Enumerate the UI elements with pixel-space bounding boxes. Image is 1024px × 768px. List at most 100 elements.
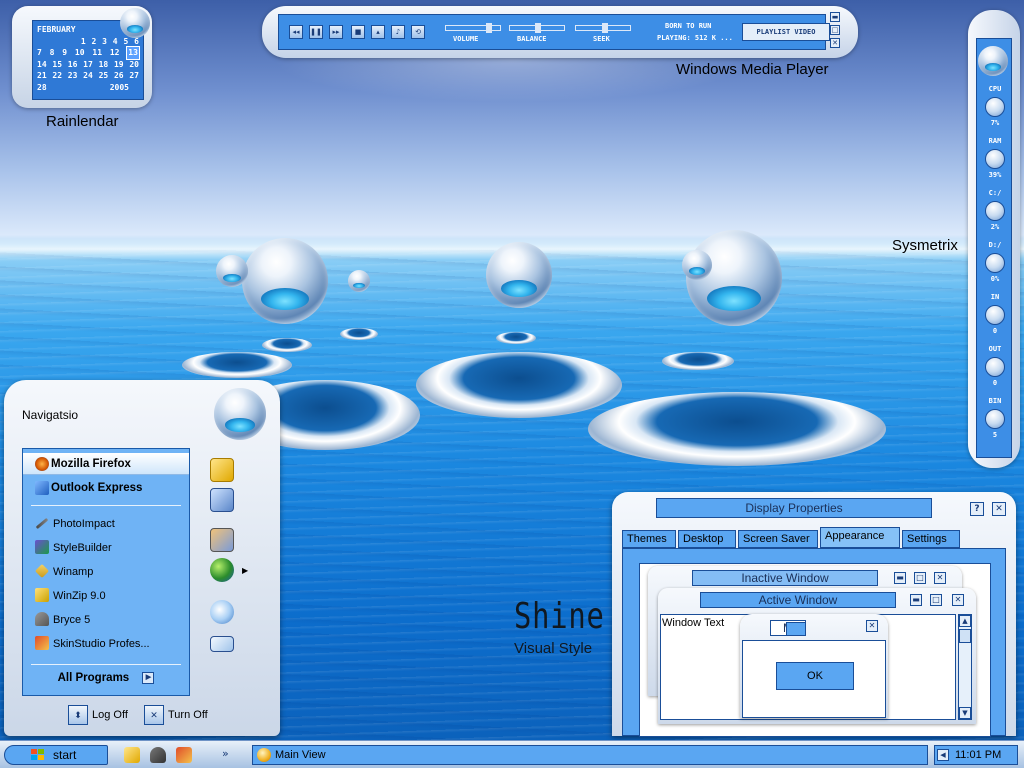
ok-button[interactable]: OK [776, 662, 854, 690]
log-off-button[interactable]: ⬍ Log Off [68, 704, 128, 726]
pinned-firefox[interactable]: Mozilla Firefox [23, 453, 189, 475]
menu-separator [31, 505, 181, 506]
tab-desktop[interactable]: Desktop [678, 530, 736, 548]
meter-name: D:/ [988, 241, 1002, 249]
recent-photoimpact[interactable]: PhotoImpact [23, 512, 189, 536]
scroll-up-icon[interactable]: ▲ [959, 615, 971, 627]
quicklaunch-notes-icon[interactable] [124, 747, 140, 763]
calendar-day[interactable]: 18 [99, 59, 109, 71]
quicklaunch-skinstudio-icon[interactable] [176, 747, 192, 763]
calendar-day[interactable]: 20 [129, 59, 139, 71]
display-properties-window: Display Properties ? ✕ Themes Desktop Sc… [612, 492, 1016, 737]
calendar-day[interactable]: 1 [81, 36, 86, 48]
tab-screen-saver[interactable]: Screen Saver [738, 530, 818, 548]
pause-button[interactable]: ❚❚ [309, 25, 323, 39]
calendar-day[interactable]: 19 [114, 59, 124, 71]
balance-slider[interactable] [509, 23, 565, 33]
rainlendar-label: Rainlendar [46, 113, 119, 130]
calendar-day[interactable]: 17 [83, 59, 93, 71]
search-icon[interactable] [210, 600, 234, 624]
repeat-button[interactable]: ⟲ [411, 25, 425, 39]
close-icon[interactable]: ✕ [830, 38, 840, 48]
taskbar-button-main-view[interactable]: Main View [252, 745, 928, 765]
calendar-day[interactable]: 13 [126, 46, 140, 60]
recent-stylebuilder[interactable]: StyleBuilder [23, 536, 189, 560]
calendar-day[interactable]: 10 [75, 47, 85, 59]
calendar-day[interactable]: 4 [113, 36, 118, 48]
scroll-thumb[interactable] [959, 629, 971, 643]
computer-icon[interactable] [210, 488, 234, 512]
tray-expand-icon[interactable]: ◀ [937, 749, 949, 761]
playlist-video-button[interactable]: PLAYLIST VIDEO [742, 23, 830, 41]
restore-icon[interactable]: □ [830, 25, 840, 35]
quicklaunch-bryce-icon[interactable] [150, 747, 166, 763]
start-label: start [53, 748, 77, 762]
mute-button[interactable]: ♪ [391, 25, 405, 39]
chrome-ring [662, 352, 734, 370]
recent-skinstudio[interactable]: SkinStudio Profes... [23, 632, 189, 656]
calendar-day[interactable]: 22 [52, 70, 62, 82]
volume-slider[interactable] [445, 23, 501, 33]
clock[interactable]: 11:01 PM [955, 746, 1001, 764]
calendar-day[interactable]: 27 [129, 70, 139, 82]
close-button[interactable]: ✕ [992, 502, 1006, 516]
recent-winzip[interactable]: WinZip 9.0 [23, 584, 189, 608]
run-icon[interactable] [210, 636, 234, 652]
calendar-day[interactable]: 11 [92, 47, 102, 59]
rainlendar-widget[interactable]: FEBRUARY 1 2 3 4 5 6 7 8 9 10 11 12 13 14 15 16 17 18 19 20… [12, 6, 152, 108]
tab-settings[interactable]: Settings [902, 530, 960, 548]
media-player-widget: ◂◂ ❚❚ ▸▸ ■ ▴ ♪ ⟲ VOLUME BALANCE SEEK BOR… [262, 6, 858, 58]
calendar-day[interactable]: 7 [37, 47, 42, 59]
calendar-day[interactable]: 24 [83, 70, 93, 82]
calendar-day[interactable]: 23 [68, 70, 78, 82]
control-panel-icon[interactable] [210, 528, 234, 552]
tab-appearance[interactable]: Appearance [820, 527, 900, 548]
chrome-ring [416, 352, 622, 418]
next-button[interactable]: ▸▸ [329, 25, 343, 39]
system-tray: ◀ 11:01 PM [934, 745, 1018, 765]
scrollbar[interactable]: ▲ ▼ [958, 614, 972, 720]
network-icon[interactable] [210, 558, 234, 582]
calendar-day[interactable]: 12 [110, 47, 120, 59]
meter-value: 2% [990, 223, 1000, 231]
prev-button[interactable]: ◂◂ [289, 25, 303, 39]
turn-off-button[interactable]: ✕ Turn Off [144, 704, 208, 726]
pinned-outlook[interactable]: Outlook Express [23, 477, 189, 499]
documents-icon[interactable] [210, 458, 234, 482]
calendar-day[interactable]: 16 [68, 59, 78, 71]
start-button[interactable]: start [4, 745, 108, 765]
eject-button[interactable]: ▴ [371, 25, 385, 39]
sysmetrix-widget: CPU 7% RAM 39% C:/ 2% D:/ 0% IN 0 OUT 0 BIN 5 [968, 10, 1020, 468]
shine-subtitle: Visual Style [514, 640, 593, 657]
calendar-day[interactable]: 2 [91, 36, 96, 48]
calendar-day[interactable]: 21 [37, 70, 47, 82]
minimize-icon: ▬ [894, 572, 906, 584]
recent-bryce[interactable]: Bryce 5 [23, 608, 189, 632]
minimize-icon[interactable]: ▬ [830, 12, 840, 22]
tab-themes[interactable]: Themes [622, 530, 676, 548]
calendar-day[interactable]: 8 [50, 47, 55, 59]
calendar-day[interactable]: 3 [102, 36, 107, 48]
close-icon: ✕ [934, 572, 946, 584]
seek-slider[interactable] [575, 23, 631, 33]
stop-button[interactable]: ■ [351, 25, 365, 39]
recent-winamp[interactable]: Winamp [23, 560, 189, 584]
calendar-day[interactable]: 26 [114, 70, 124, 82]
calendar-day[interactable]: 25 [99, 70, 109, 82]
chrome-sphere [682, 250, 712, 280]
calendar-day[interactable]: 14 [37, 59, 47, 71]
calendar-day[interactable]: 15 [52, 59, 62, 71]
media-player-label: Windows Media Player [676, 61, 829, 78]
calendar-day[interactable]: 9 [62, 47, 67, 59]
recent-label: PhotoImpact [53, 518, 115, 530]
chrome-sphere [486, 242, 552, 308]
quicklaunch-more-icon[interactable]: » [222, 747, 229, 760]
calendar-day[interactable]: 28 [37, 82, 47, 94]
user-avatar-icon[interactable] [214, 388, 266, 440]
help-button[interactable]: ? [970, 502, 984, 516]
all-programs-button[interactable]: All Programs ▶ [23, 669, 189, 687]
scroll-down-icon[interactable]: ▼ [959, 707, 971, 719]
log-off-label: Log Off [92, 709, 128, 721]
meter-value: 0% [990, 275, 1000, 283]
calendar-day[interactable]: 5 [123, 36, 128, 48]
